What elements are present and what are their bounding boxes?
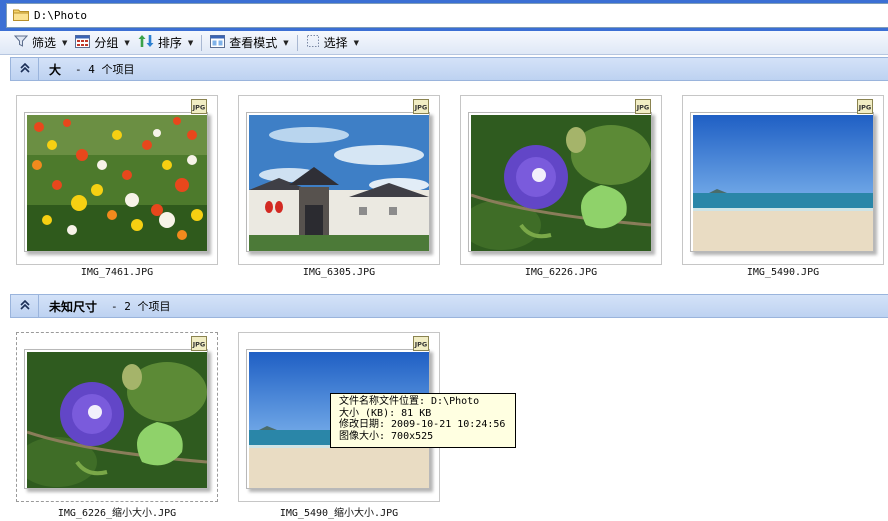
double-chevron-up-icon xyxy=(19,62,30,76)
toolbar-separator xyxy=(296,34,298,51)
double-chevron-up-icon xyxy=(19,299,30,313)
badge-text: JPG xyxy=(636,104,650,112)
group-grid-icon xyxy=(75,34,91,51)
sort-button[interactable]: 排序 ▼ xyxy=(134,33,197,53)
badge-text: JPG xyxy=(192,341,206,349)
jpg-badge-icon: JPG xyxy=(635,99,651,114)
chevron-down-icon: ▼ xyxy=(353,38,360,47)
file-name: IMG_6305.JPG xyxy=(302,267,376,278)
group-count: - 2 个项目 xyxy=(111,300,171,313)
thumbnail-tile[interactable]: JPG IMG_7461.JPG xyxy=(16,95,218,278)
file-name: IMG_7461.JPG xyxy=(80,267,154,278)
photo-thumbnail xyxy=(468,112,652,252)
file-name: IMG_5490_缩小大小.JPG xyxy=(279,508,399,519)
file-name: IMG_6226_缩小大小.JPG xyxy=(57,508,177,519)
toolbar: 筛选 ▼ 分组 ▼ 排序 ▼ 查看模式 ▼ 选择 ▼ xyxy=(0,31,888,55)
sort-label: 排序 xyxy=(157,36,182,50)
badge-text: JPG xyxy=(858,104,872,112)
chevron-down-icon: ▼ xyxy=(62,38,68,47)
group-name: 大 xyxy=(49,62,62,77)
filter-button[interactable]: 筛选 ▼ xyxy=(10,33,71,53)
address-path: D:\Photo xyxy=(34,9,87,22)
jpg-badge-icon: JPG xyxy=(191,336,207,351)
badge-text: JPG xyxy=(192,104,206,112)
group-name: 未知尺寸 xyxy=(49,299,98,314)
view-mode-icon xyxy=(210,34,226,51)
jpg-badge-icon: JPG xyxy=(191,99,207,114)
file-info-tooltip: 文件名称文件位置: D:\Photo 大小 (KB): 81 KB 修改日期: … xyxy=(330,393,516,448)
chevron-down-icon: ▼ xyxy=(187,38,194,47)
sort-arrows-icon xyxy=(138,34,154,51)
group-button[interactable]: 分组 ▼ xyxy=(71,33,133,53)
photo-thumbnail xyxy=(24,112,208,252)
group-label: 分组 xyxy=(94,36,119,50)
tooltip-dimensions: 图像大小: 700x525 xyxy=(339,430,434,442)
group-header-large[interactable]: 大 - 4 个项目 xyxy=(10,57,888,81)
collapse-group-button[interactable] xyxy=(11,58,39,80)
badge-text: JPG xyxy=(414,104,428,112)
chevron-down-icon: ▼ xyxy=(124,38,130,47)
chevron-down-icon: ▼ xyxy=(283,38,289,47)
collapse-group-button[interactable] xyxy=(11,295,39,317)
group-count: - 4 个项目 xyxy=(75,63,135,76)
address-field[interactable]: D:\Photo xyxy=(6,3,888,28)
photo-thumbnail xyxy=(24,349,208,489)
jpg-badge-icon: JPG xyxy=(413,99,429,114)
tooltip-location: 文件名称文件位置: D:\Photo xyxy=(339,396,480,407)
thumbnail-tile[interactable]: JPG IMG_6226_缩小大小.JPG xyxy=(16,332,218,519)
funnel-icon xyxy=(13,34,29,51)
select-label: 选择 xyxy=(323,36,348,50)
file-name: IMG_5490.JPG xyxy=(746,267,820,278)
jpg-badge-icon: JPG xyxy=(857,99,873,114)
photo-thumbnail xyxy=(690,112,874,252)
address-bar: D:\Photo xyxy=(0,0,888,31)
filter-label: 筛选 xyxy=(32,36,57,50)
group-header-unknown-size[interactable]: 未知尺寸 - 2 个项目 xyxy=(10,294,888,318)
file-name: IMG_6226.JPG xyxy=(524,267,598,278)
toolbar-separator xyxy=(201,34,203,51)
dotted-select-icon xyxy=(306,34,320,51)
view-mode-button[interactable]: 查看模式 ▼ xyxy=(206,33,292,53)
thumbnail-tile[interactable]: JPG IMG_5490.JPG xyxy=(682,95,884,278)
thumbnail-tile[interactable]: JPG IMG_6305.JPG xyxy=(238,95,440,278)
view-mode-label: 查看模式 xyxy=(229,36,278,50)
thumbnail-tile[interactable]: JPG IMG_6226.JPG xyxy=(460,95,662,278)
tooltip-size: 大小 (KB): 81 KB xyxy=(339,407,432,419)
tooltip-modified: 修改日期: 2009-10-21 10:24:56 xyxy=(339,419,506,431)
select-button[interactable]: 选择 ▼ xyxy=(302,33,363,53)
jpg-badge-icon: JPG xyxy=(413,336,429,351)
photo-thumbnail xyxy=(246,112,430,252)
badge-text: JPG xyxy=(414,341,428,349)
folder-icon xyxy=(13,8,29,24)
